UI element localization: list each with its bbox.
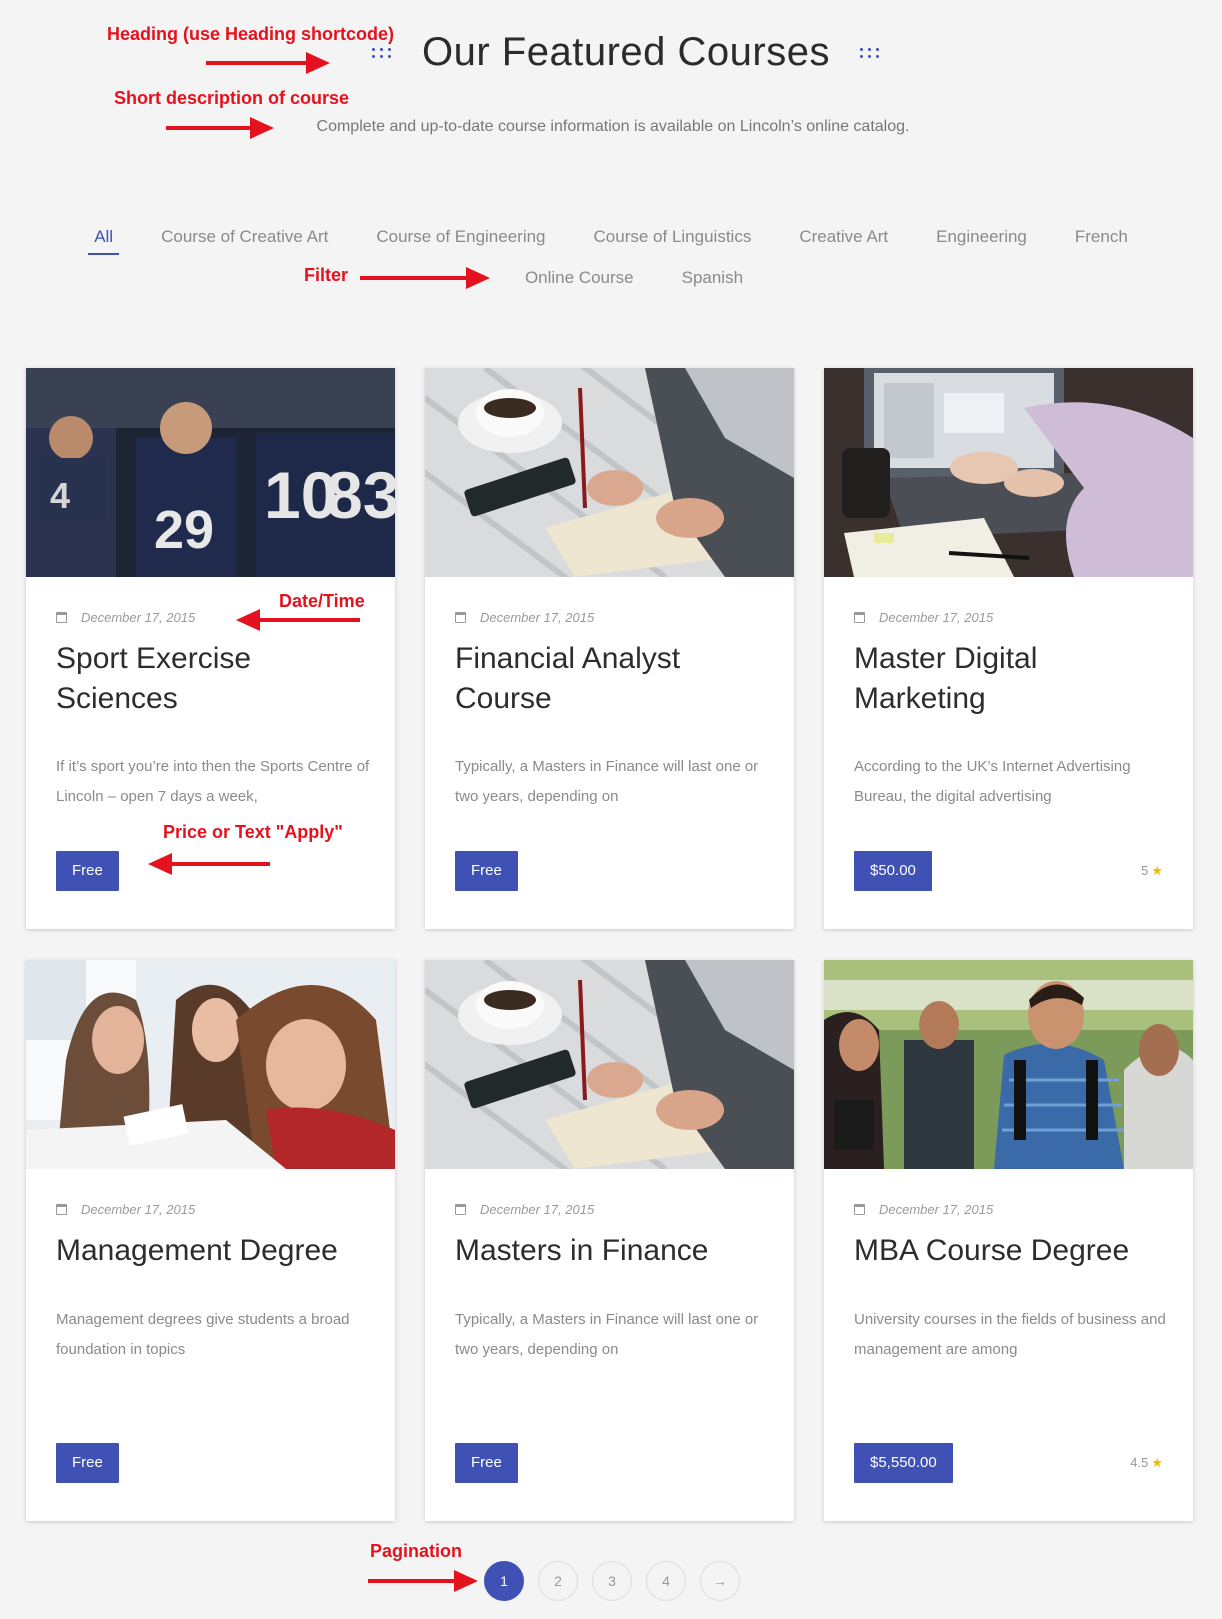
page-title: Our Featured Courses [422, 30, 830, 74]
filter-course-of-engineering[interactable]: Course of Engineering [376, 225, 545, 255]
course-card-body: December 17, 2015 Sport Exercise Science… [26, 577, 395, 929]
price-button[interactable]: Free [455, 1443, 518, 1483]
price-button[interactable]: Free [455, 851, 518, 891]
course-card-body: December 17, 2015 Management Degree Mana… [26, 1169, 395, 1521]
course-description: If it’s sport you’re into then the Sport… [56, 758, 370, 805]
price-button[interactable]: Free [56, 851, 119, 891]
course-rating: 4.5 ★ [1130, 1455, 1163, 1471]
annotation-date-time: Date/Time [279, 591, 365, 611]
course-description: According to the UK’s Internet Advertisi… [854, 758, 1131, 805]
course-image-football[interactable]: 29 10 83 4 [26, 368, 395, 577]
annotation-arrow [166, 117, 274, 139]
course-card: 29 10 83 4 December 17, 2015 Sport Exerc… [26, 368, 395, 929]
filter-creative-art[interactable]: Creative Art [799, 225, 888, 255]
course-card-body: December 17, 2015 Masters in Finance Typ… [425, 1169, 794, 1521]
course-date: December 17, 2015 [480, 610, 595, 625]
filter-course-of-linguistics[interactable]: Course of Linguistics [594, 225, 752, 255]
course-date: December 17, 2015 [879, 1202, 994, 1217]
course-image-writing[interactable] [425, 960, 794, 1169]
page-1-button[interactable]: 1 [484, 1561, 524, 1601]
annotation-arrow [368, 1570, 478, 1592]
rating-value: 4.5 [1130, 1455, 1149, 1470]
course-image-students[interactable] [26, 960, 395, 1169]
filter-course-of-creative-art[interactable]: Course of Creative Art [161, 225, 328, 255]
price-button[interactable]: $5,550.00 [854, 1443, 953, 1483]
annotation-heading: Heading (use Heading shortcode) [107, 24, 395, 44]
course-date: December 17, 2015 [81, 1202, 196, 1217]
course-card-body: December 17, 2015 Master Digital Marketi… [824, 577, 1193, 929]
course-card-body: December 17, 2015 Financial Analyst Cour… [425, 577, 794, 929]
arrow-right-icon[interactable]: → [700, 1561, 740, 1601]
course-card-body: December 17, 2015 MBA Course Degree Univ… [824, 1169, 1193, 1521]
page-2-button[interactable]: 2 [538, 1561, 578, 1601]
annotation-arrow [148, 853, 270, 875]
course-description: University courses in the fields of busi… [854, 1311, 1166, 1358]
calendar-icon [56, 1204, 67, 1215]
annotation-short-description: Short description of course [114, 88, 350, 108]
price-button[interactable]: Free [56, 1443, 119, 1483]
course-description: Typically, a Masters in Finance will las… [455, 758, 759, 805]
course-card: December 17, 2015 Masters in Finance Typ… [425, 960, 794, 1521]
filter-french[interactable]: French [1075, 225, 1128, 255]
course-title[interactable]: Master Digital Marketing [854, 639, 1163, 719]
course-image-laptop[interactable] [824, 368, 1193, 577]
course-date: December 17, 2015 [81, 610, 196, 625]
star-icon: ★ [1151, 863, 1163, 878]
course-description: Management degrees give students a broad… [56, 1311, 350, 1358]
course-card: December 17, 2015 Financial Analyst Cour… [425, 368, 794, 929]
filter-engineering[interactable]: Engineering [936, 225, 1027, 255]
star-icon: ★ [1151, 1455, 1163, 1470]
rating-value: 5 [1141, 863, 1149, 878]
svg-text:83: 83 [326, 458, 395, 532]
dots-icon [859, 47, 880, 58]
course-meta: December 17, 2015 [854, 1202, 1163, 1217]
course-rating: 5 ★ [1141, 863, 1163, 879]
course-meta: December 17, 2015 [56, 1202, 365, 1217]
course-card: December 17, 2015 Master Digital Marketi… [824, 368, 1193, 929]
svg-text:4: 4 [50, 475, 70, 516]
page-3-button[interactable]: 3 [592, 1561, 632, 1601]
filter-spanish[interactable]: Spanish [682, 266, 743, 296]
calendar-icon [455, 612, 466, 623]
calendar-icon [455, 1204, 466, 1215]
course-card: December 17, 2015 MBA Course Degree Univ… [824, 960, 1193, 1521]
course-card: December 17, 2015 Management Degree Mana… [26, 960, 395, 1521]
course-title[interactable]: Masters in Finance [455, 1231, 764, 1311]
course-meta: December 17, 2015 [854, 610, 1163, 625]
filter-all[interactable]: All [88, 225, 119, 255]
course-date: December 17, 2015 [879, 610, 994, 625]
course-image-outdoor[interactable] [824, 960, 1193, 1169]
annotation-price: Price or Text "Apply" [163, 822, 343, 842]
filter-bar-row-2: Online Course Spanish [0, 266, 1222, 296]
annotation-pagination: Pagination [370, 1541, 463, 1561]
course-meta: December 17, 2015 [455, 1202, 764, 1217]
filter-online-course[interactable]: Online Course [525, 266, 634, 296]
page-4-button[interactable]: 4 [646, 1561, 686, 1601]
course-grid: 29 10 83 4 December 17, 2015 Sport Exerc… [26, 368, 1193, 1521]
pagination: 1 2 3 4 → [484, 1561, 740, 1601]
calendar-icon [854, 1204, 865, 1215]
filter-bar: All Course of Creative Art Course of Eng… [0, 225, 1222, 255]
annotation-arrow [360, 267, 490, 289]
course-title[interactable]: Management Degree [56, 1231, 365, 1311]
course-title[interactable]: MBA Course Degree [854, 1231, 1163, 1311]
course-date: December 17, 2015 [480, 1202, 595, 1217]
calendar-icon [854, 612, 865, 623]
annotation-filter: Filter [304, 265, 349, 285]
course-image-writing[interactable] [425, 368, 794, 577]
course-title[interactable]: Financial Analyst Course [455, 639, 764, 719]
svg-text:29: 29 [154, 500, 214, 560]
price-button[interactable]: $50.00 [854, 851, 932, 891]
course-description: Typically, a Masters in Finance will las… [455, 1311, 759, 1358]
annotation-arrow [236, 609, 360, 631]
course-meta: December 17, 2015 [455, 610, 764, 625]
course-title[interactable]: Sport Exercise Sciences [56, 639, 365, 719]
dots-icon [372, 47, 392, 58]
annotation-arrow [206, 52, 330, 74]
calendar-icon [56, 612, 67, 623]
